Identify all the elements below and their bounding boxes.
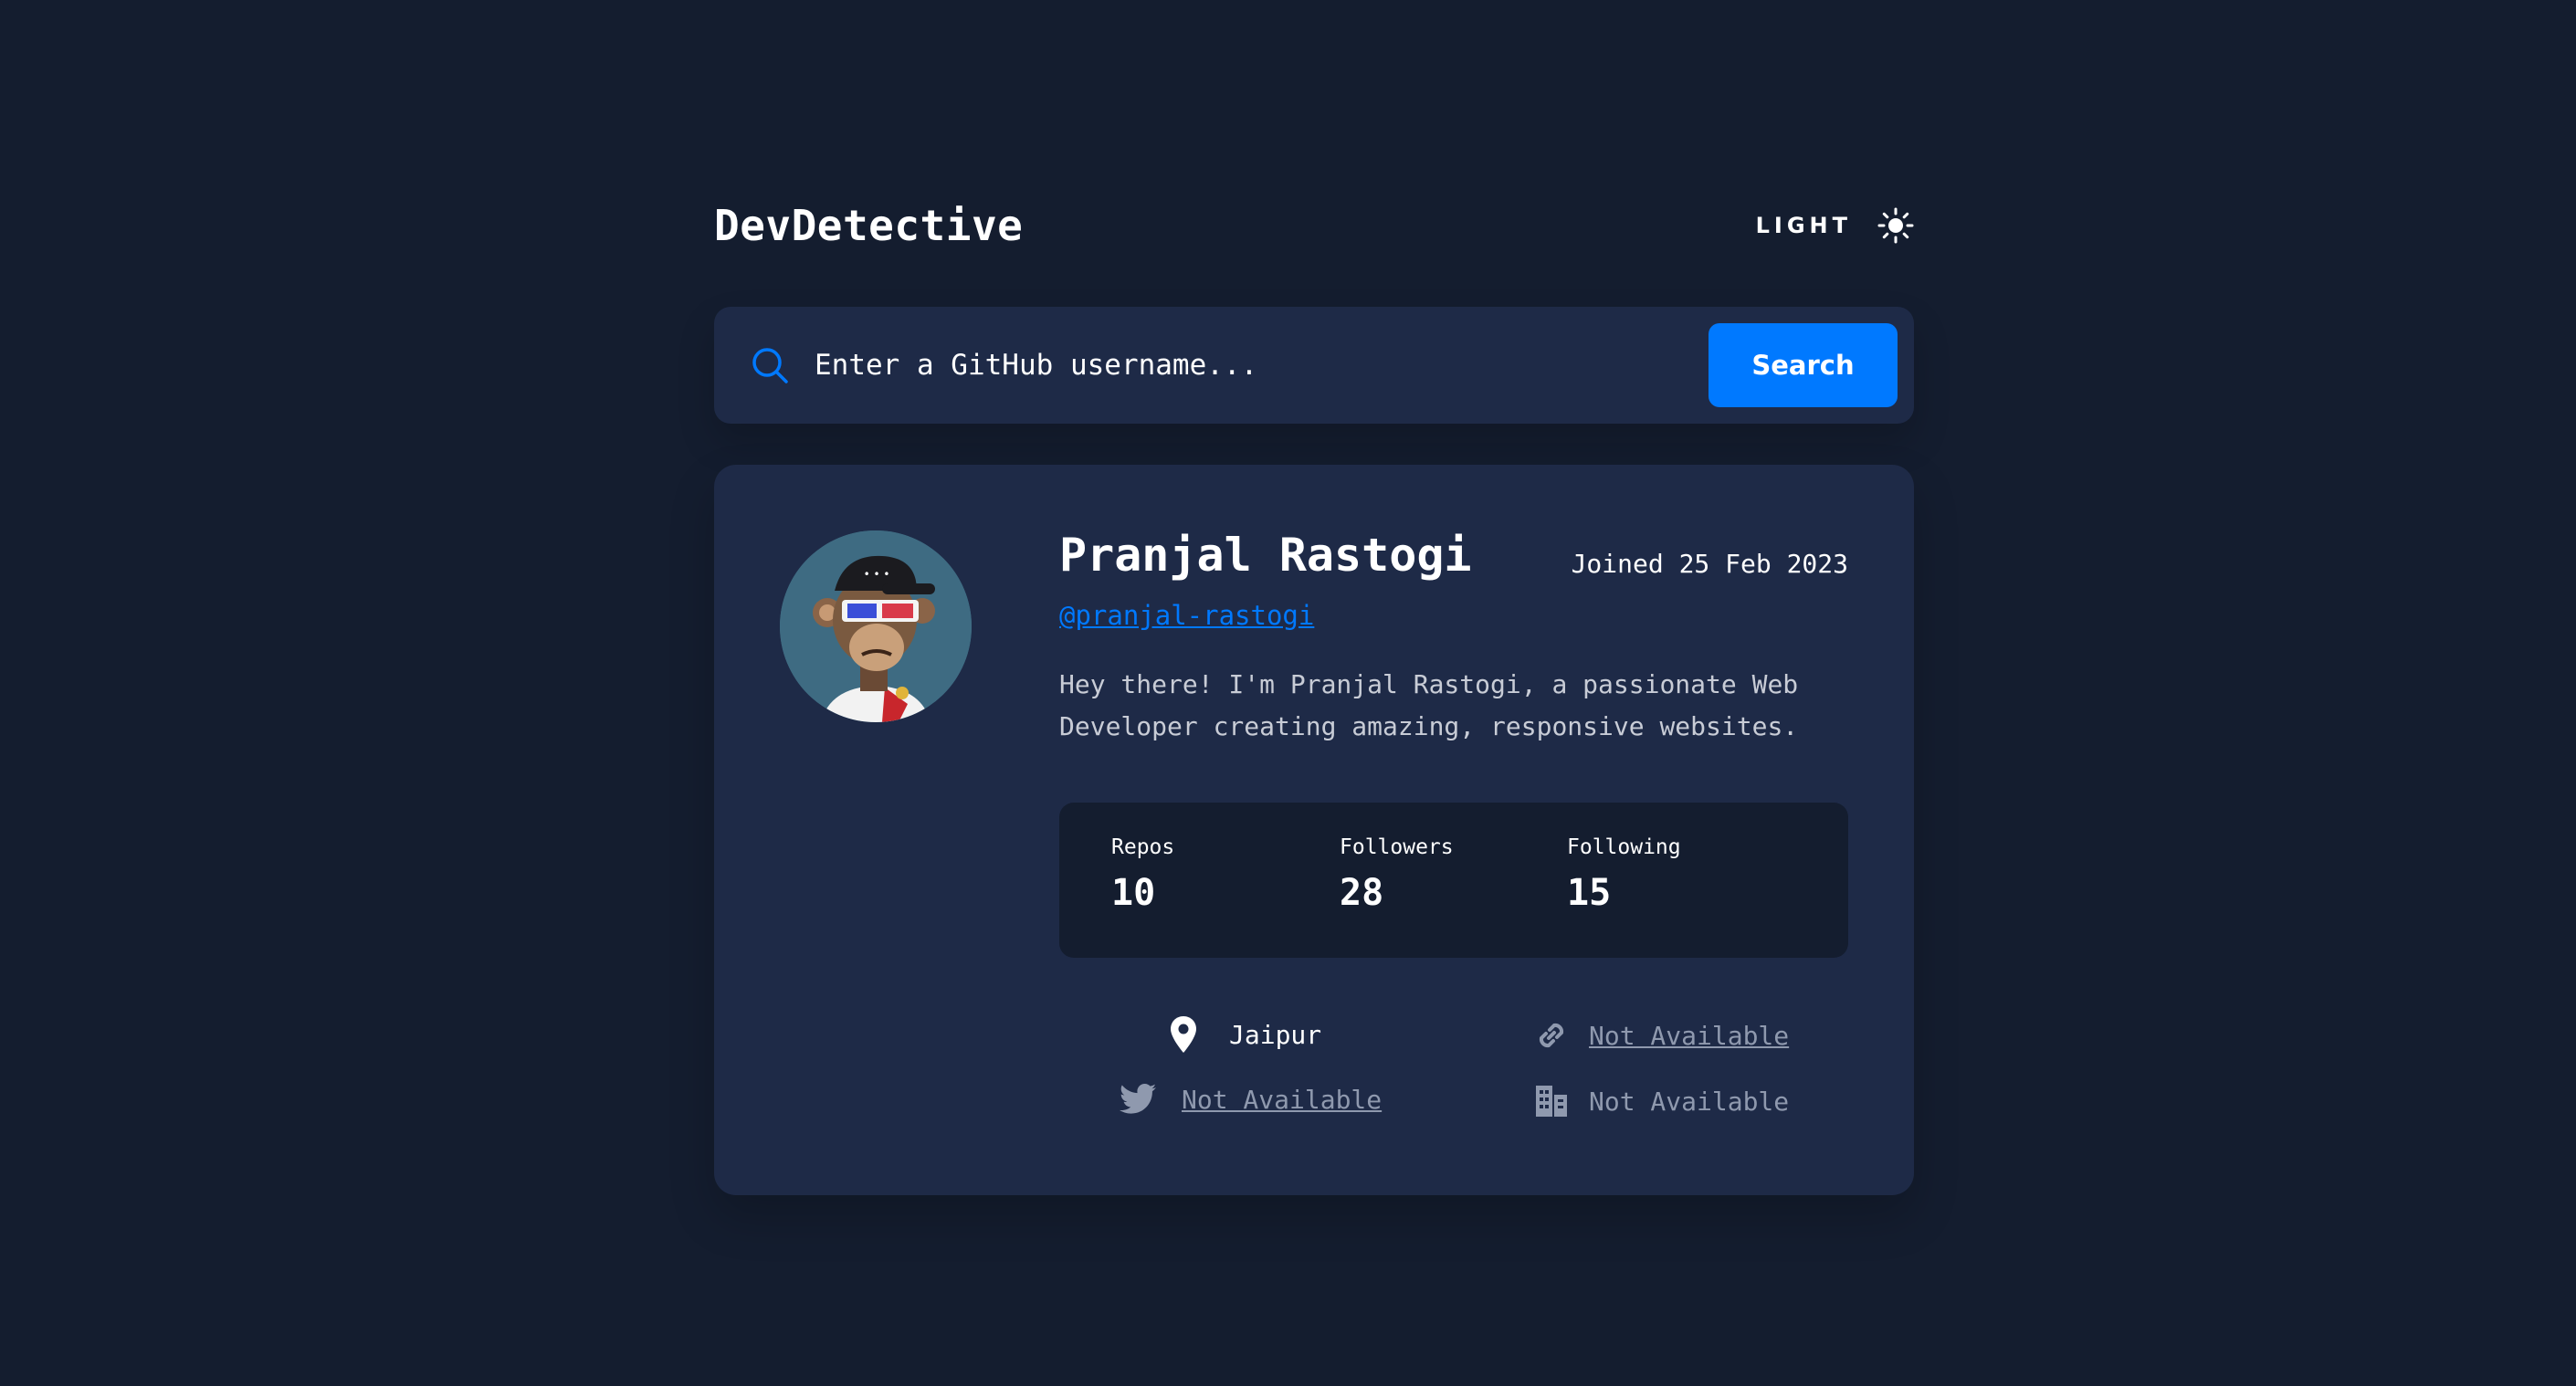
- stat-value: 15: [1567, 872, 1612, 914]
- joined-date: Joined 25 Feb 2023: [1571, 549, 1848, 579]
- app-container: DevDetective LIGHT Enter a GitHub userna…: [714, 192, 1914, 1195]
- app-title: DevDetective: [714, 201, 1024, 250]
- link-icon: [1539, 1023, 1564, 1048]
- location-item: Jaipur: [1171, 1016, 1321, 1053]
- search-icon: [752, 348, 788, 383]
- stat-following: Following 15: [1567, 835, 1681, 914]
- website-text[interactable]: Not Available: [1589, 1021, 1789, 1051]
- location-pin-icon: [1171, 1016, 1196, 1053]
- page: DevDetective LIGHT Enter a GitHub userna…: [0, 0, 2576, 1386]
- twitter-icon: [1120, 1084, 1156, 1114]
- profile-handle-link[interactable]: @pranjal-rastogi: [1059, 600, 1314, 631]
- header: DevDetective LIGHT: [714, 192, 1914, 259]
- profile-card: • • • Pranjal Rastogi Joined 25 Feb 2023…: [714, 465, 1914, 1195]
- theme-toggle-label: LIGHT: [1755, 213, 1852, 238]
- profile-bio: Hey there! I'm Pranjal Rastogi, a passio…: [1059, 669, 1799, 741]
- stats-panel: Repos 10 Followers 28 Following 15: [1059, 803, 1848, 958]
- stat-value: 10: [1111, 872, 1156, 914]
- stat-label: Following: [1567, 835, 1681, 859]
- profile-name: Pranjal Rastogi: [1059, 529, 1472, 582]
- search-input[interactable]: [813, 348, 1709, 383]
- stat-label: Followers: [1340, 835, 1454, 859]
- sun-icon: [1877, 207, 1914, 244]
- building-icon: [1536, 1086, 1567, 1117]
- theme-toggle-button[interactable]: LIGHT: [1756, 207, 1914, 244]
- stat-label: Repos: [1111, 835, 1175, 859]
- twitter-text[interactable]: Not Available: [1182, 1085, 1382, 1115]
- twitter-item[interactable]: Not Available: [1120, 1084, 1382, 1115]
- search-bar: Search: [714, 307, 1914, 424]
- website-item[interactable]: Not Available: [1534, 1018, 1789, 1053]
- stat-followers: Followers 28: [1340, 835, 1454, 914]
- location-text: Jaipur: [1229, 1019, 1322, 1050]
- company-text: Not Available: [1589, 1086, 1790, 1117]
- stat-repos: Repos 10: [1111, 835, 1174, 914]
- avatar: • • •: [780, 530, 972, 722]
- avatar-image: • • •: [780, 530, 972, 722]
- company-item: Not Available: [1534, 1084, 1789, 1118]
- svg-text:• • •: • • •: [864, 568, 890, 581]
- search-button[interactable]: Search: [1709, 323, 1898, 407]
- stat-value: 28: [1340, 872, 1384, 914]
